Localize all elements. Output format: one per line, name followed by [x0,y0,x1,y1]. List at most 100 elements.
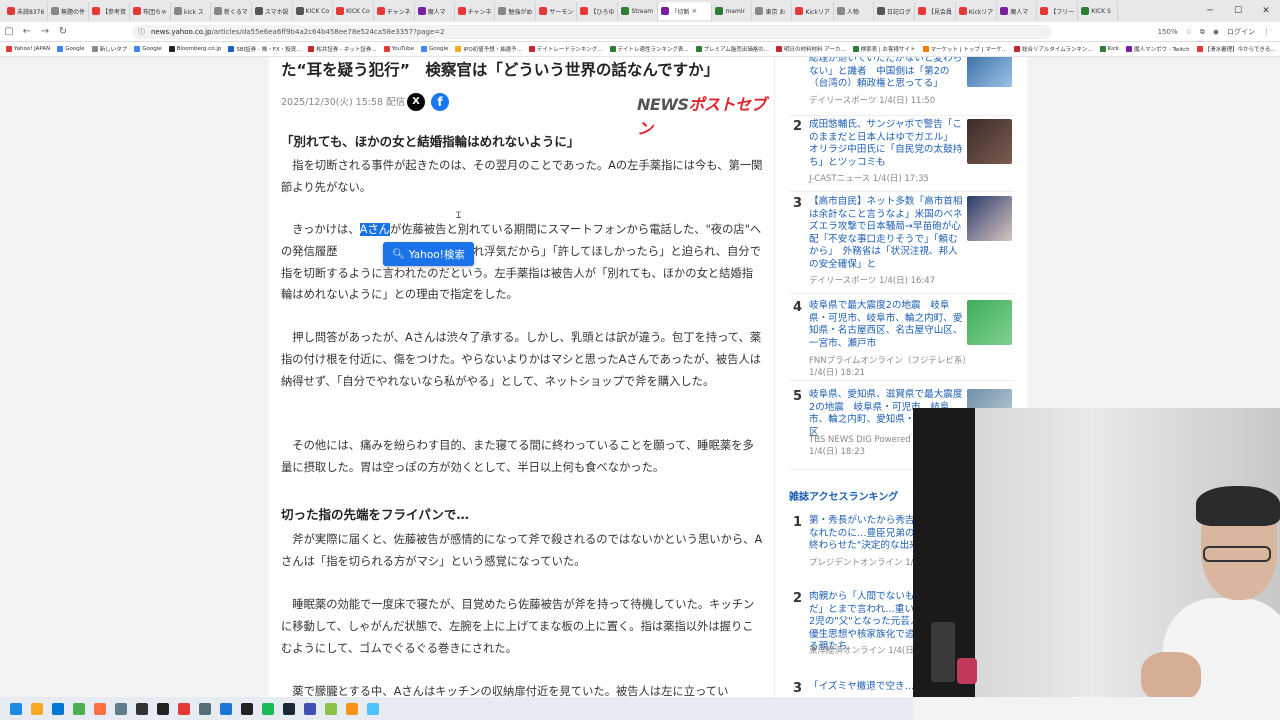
x-share-icon[interactable]: X [407,93,425,111]
facebook-share-icon[interactable]: f [431,93,449,111]
chrome-icon[interactable] [69,699,88,718]
taskbar-glyph [282,702,295,715]
reload-icon[interactable]: ↻ [54,26,72,37]
bookmark-item[interactable]: Google [134,46,162,52]
vlc-stream-icon[interactable] [321,699,340,718]
bookmark-item[interactable]: デイトレードランキング... [528,45,603,53]
browser-tab[interactable]: 無題の件 [48,2,90,20]
edge-icon[interactable] [48,699,67,718]
bookmark-item[interactable]: マーケット | トップ | マーケ... [922,45,1007,53]
minimize-icon[interactable]: ─ [1196,6,1224,16]
spotify-icon[interactable] [258,699,277,718]
browser-tab[interactable]: 【ひろゆ [577,2,619,20]
bookmark-label: 魔人マンボウ - Twitch [1133,47,1190,53]
back-icon[interactable]: ← [18,26,36,37]
tver-icon[interactable] [237,699,256,718]
bookmark-item[interactable]: 【滑水審理】今からできる... [1196,45,1276,53]
ranking-thumbnail[interactable] [967,300,1012,345]
bookmark-item[interactable]: 総合リアルタイムランキン... [1013,45,1093,53]
firefox-icon[interactable] [90,699,109,718]
ranking-title[interactable]: 【高市自民】ネット多数「高市首相は余計なこと言うなよ」米国のベネズエラ攻撃で日本… [809,196,966,271]
browser-tab[interactable]: 【フリー [1037,2,1079,20]
browser-tab[interactable]: チャンネ [374,2,415,20]
browser-tab[interactable]: スマホ設 [252,2,293,20]
terminal-icon[interactable] [132,699,151,718]
calculator-icon[interactable] [195,699,214,718]
bookmark-item[interactable]: 検索表 | お客様サイト [852,45,916,53]
ranking-thumbnail[interactable] [967,119,1012,164]
browser-tab[interactable]: KICK Co [333,2,374,20]
bookmark-item[interactable]: Bloomberg.co.jp [168,46,221,52]
bookmark-item[interactable]: Yahoo! JAPAN [6,46,50,52]
steam-icon[interactable] [279,699,298,718]
divider [789,380,1014,381]
tab-close-icon[interactable]: × [691,7,697,15]
url-input[interactable]: ⓘ news.yahoo.co.jp /articles/da55e6ea6ff… [132,24,1052,39]
bookmark-item[interactable]: Kick [1099,46,1119,52]
close-window-icon[interactable]: ✕ [1252,6,1280,16]
bookmark-item[interactable]: Google [57,46,85,52]
profile-icon[interactable]: ◉ [1213,28,1219,36]
browser-tab[interactable]: Kickリア [792,2,834,20]
bookmark-item[interactable]: 魔人マンボウ - Twitch [1125,45,1190,53]
ranking-thumbnail[interactable] [967,196,1012,241]
webcam-person-hair [1196,486,1280,526]
bookmark-item[interactable]: 松井証券 - ネット証券... [308,45,377,53]
mail-icon[interactable] [111,699,130,718]
bookmark-item[interactable]: YouTube [383,46,414,52]
browser-tab[interactable]: 魔人マ [415,2,455,20]
ranking-title[interactable]: 岐阜県で最大震度2の地震 岐阜県・可児市、岐阜市、輪之内町、愛知県・名古屋西区、… [809,300,966,350]
file-explorer-icon[interactable] [27,699,46,718]
zoom-level[interactable]: 150% [1158,28,1178,36]
browser-tab[interactable]: Stream [618,2,659,20]
ranking-title[interactable]: 総理が退いていただかないと変わらない」と識者 中国側は「第2の（台湾の）頼政権と… [809,57,966,91]
browser-tab[interactable]: kick ス [171,2,212,20]
browser-tab[interactable]: 日記ログ [874,2,915,20]
bookmark-item[interactable]: デイトレ適性ランキング表... [609,45,689,53]
browser-tab[interactable]: 東京 お [752,2,793,20]
browser-tab[interactable]: 布団ちゃ [130,2,172,20]
browser-tab[interactable]: 未読8376 [4,2,48,20]
bookmark-label: Kick [1107,46,1119,52]
sidebar-toggle-icon[interactable]: ▢ [0,26,18,37]
browser-tab[interactable]: mamir [712,2,753,20]
browser-tab[interactable]: 【見会員 [915,2,956,20]
bookmark-item[interactable]: プレミアム盤売出価格の... [695,45,769,53]
extensions-icon[interactable]: ⧉ [1200,28,1205,37]
ranking-thumbnail[interactable] [967,57,1012,87]
bookmark-item[interactable]: IPO初値予想・抽選予... [455,45,522,53]
browser-tab[interactable]: 【参考資 [89,2,131,20]
yahoo-search-popup-button[interactable]: 🔍︎ Yahoo!検索 [383,242,474,266]
windows-start-icon[interactable] [6,699,25,718]
bookmark-item[interactable]: Google [421,46,448,52]
bookmark-item[interactable]: 明日の材料材料 アーカ... [775,45,846,53]
maximize-icon[interactable]: ☐ [1224,6,1252,16]
menu-icon[interactable]: ⋮ [1263,28,1270,36]
obs-icon[interactable] [153,699,172,718]
login-button[interactable]: ログイン [1227,27,1255,37]
bookmark-favicon-icon [91,46,98,52]
browser-tab[interactable]: 勉強がめ [495,2,537,20]
folder-app-icon[interactable] [363,699,382,718]
browser-tab[interactable]: Kickリア [956,2,998,20]
forward-icon[interactable]: → [36,26,54,37]
browser-tab[interactable]: 人物 [834,2,874,20]
site-info-icon[interactable]: ⓘ [138,27,145,37]
star-icon[interactable]: ☆ [1186,28,1192,36]
browser-tab[interactable]: KICK Co [293,2,334,20]
notepad-icon[interactable] [216,699,235,718]
browser-tab[interactable]: 魔人マ [997,2,1038,20]
bookmark-item[interactable]: 新しいタブ [91,45,127,53]
browser-tab[interactable]: 新くるマ [211,2,252,20]
taskbar-glyph [30,702,43,715]
ranking-title[interactable]: 成田悠輔氏、サンジャポで警告「このままだと日本人はゆでガエル」 オリラジ中田氏に… [809,119,966,169]
bookmark-item[interactable]: SBI証券 - 株・FX・投資... [228,45,301,53]
browser-tab[interactable]: KICK S [1078,2,1119,20]
browser-tab[interactable]: 「切断 × [658,2,713,20]
bitcoin-icon[interactable] [342,699,361,718]
chrome-profile-icon[interactable] [174,699,193,718]
app-icon[interactable] [300,699,319,718]
browser-tab[interactable]: チャンネ [455,2,496,20]
tab-favicon-icon [214,7,223,15]
browser-tab[interactable]: サーモン [536,2,578,20]
